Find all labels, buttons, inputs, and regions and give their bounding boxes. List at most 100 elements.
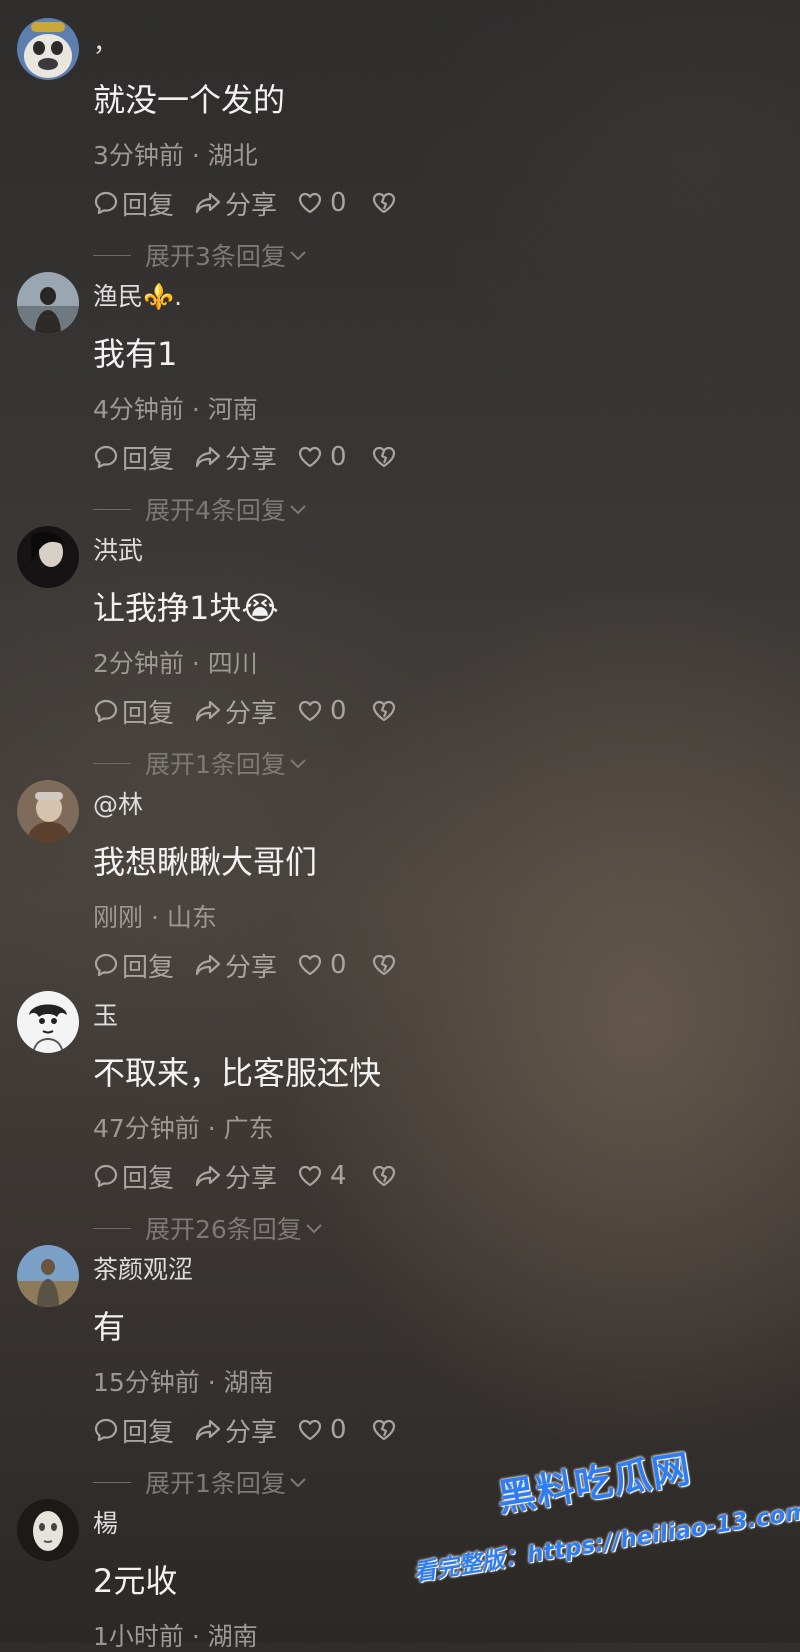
avatar[interactable] xyxy=(17,1499,79,1561)
share-button[interactable]: 分享 xyxy=(194,439,277,476)
share-button[interactable]: 分享 xyxy=(194,947,277,984)
like-button[interactable]: 0 xyxy=(297,696,347,726)
expand-replies[interactable]: 展开1条回复 xyxy=(93,1467,308,1498)
heart-icon xyxy=(298,954,322,976)
comment-bubble-icon xyxy=(94,953,118,977)
avatar[interactable] xyxy=(17,1245,79,1307)
share-button[interactable]: 分享 xyxy=(194,185,277,222)
share-button[interactable]: 分享 xyxy=(194,1158,277,1195)
like-button[interactable]: 0 xyxy=(297,188,347,218)
comment-bubble-icon xyxy=(94,191,118,215)
broken-heart-icon xyxy=(372,1165,395,1187)
share-arrow-icon xyxy=(195,700,221,722)
comment-username[interactable]: 洪武 xyxy=(93,536,143,566)
reply-button[interactable]: 回复 xyxy=(93,185,174,222)
chevron-down-icon xyxy=(290,759,306,769)
like-button[interactable]: 0 xyxy=(297,1415,347,1445)
dislike-button[interactable] xyxy=(371,953,397,977)
dislike-button[interactable] xyxy=(371,1418,397,1442)
avatar[interactable] xyxy=(17,526,79,588)
comment-bubble-icon xyxy=(94,699,118,723)
comment-bubble-icon xyxy=(94,1164,118,1188)
reply-label: 回复 xyxy=(122,698,175,729)
reply-label: 回复 xyxy=(122,444,175,475)
comment-meta: 刚刚 · 山东 xyxy=(93,903,217,932)
like-count: 0 xyxy=(330,696,347,726)
watermark: 黑料吃瓜网 看完整版：https://heiliao-13.com xyxy=(398,1412,800,1633)
comment-username[interactable]: 茶颜观涩 xyxy=(93,1255,193,1285)
like-count: 0 xyxy=(330,442,347,472)
avatar[interactable] xyxy=(17,272,79,334)
share-label: 分享 xyxy=(225,698,278,729)
share-label: 分享 xyxy=(225,952,278,983)
comment-meta: 3分钟前 · 湖北 xyxy=(93,141,258,170)
like-count: 0 xyxy=(330,188,347,218)
avatar[interactable] xyxy=(17,780,79,842)
heart-icon xyxy=(298,192,322,214)
expand-replies[interactable]: 展开4条回复 xyxy=(93,494,308,525)
share-arrow-icon xyxy=(195,446,221,468)
reply-button[interactable]: 回复 xyxy=(93,1412,174,1449)
dislike-button[interactable] xyxy=(371,699,397,723)
share-button[interactable]: 分享 xyxy=(194,1412,277,1449)
reply-label: 回复 xyxy=(122,1417,175,1448)
share-arrow-icon xyxy=(195,1419,221,1441)
comment-username[interactable]: 玉 xyxy=(93,1001,118,1031)
share-label: 分享 xyxy=(225,444,278,475)
reply-label: 回复 xyxy=(122,190,175,221)
like-count: 0 xyxy=(330,950,347,980)
reply-button[interactable]: 回复 xyxy=(93,1158,174,1195)
like-button[interactable]: 0 xyxy=(297,950,347,980)
expand-replies[interactable]: 展开1条回复 xyxy=(93,748,308,779)
comment-username[interactable]: 渔民⚜️. xyxy=(93,282,182,312)
broken-heart-icon xyxy=(372,954,395,976)
heart-icon xyxy=(298,1165,322,1187)
comment-actions: 回复 分享 0 xyxy=(93,185,397,222)
dislike-button[interactable] xyxy=(371,1164,397,1188)
comment-text: 我有1 xyxy=(93,335,178,373)
expand-divider xyxy=(93,254,131,256)
broken-heart-icon xyxy=(372,700,395,722)
expand-divider xyxy=(93,1481,131,1483)
expand-divider xyxy=(93,508,131,510)
expand-replies[interactable]: 展开3条回复 xyxy=(93,240,308,271)
comment-username[interactable]: 楊 xyxy=(93,1509,118,1539)
comment-actions: 回复 分享 0 xyxy=(93,439,397,476)
reply-button[interactable]: 回复 xyxy=(93,947,174,984)
share-arrow-icon xyxy=(195,954,221,976)
comment-actions: 回复 分享 0 xyxy=(93,947,397,984)
like-count: 4 xyxy=(330,1161,347,1191)
comment-meta: 4分钟前 · 河南 xyxy=(93,395,258,424)
comment-meta: 15分钟前 · 湖南 xyxy=(93,1368,274,1397)
expand-label: 展开1条回复 xyxy=(145,750,286,779)
comment-bubble-icon xyxy=(94,1418,118,1442)
avatar[interactable] xyxy=(17,18,79,80)
comment-username[interactable]: @林 xyxy=(93,790,143,820)
avatar[interactable] xyxy=(17,991,79,1053)
share-button[interactable]: 分享 xyxy=(194,693,277,730)
comment-text: 2元收 xyxy=(93,1562,178,1600)
chevron-down-icon xyxy=(290,251,306,261)
share-arrow-icon xyxy=(195,1165,221,1187)
like-button[interactable]: 4 xyxy=(297,1161,347,1191)
share-arrow-icon xyxy=(195,192,221,214)
broken-heart-icon xyxy=(372,192,395,214)
like-button[interactable]: 0 xyxy=(297,442,347,472)
expand-divider xyxy=(93,762,131,764)
comment-username[interactable]: ， xyxy=(93,28,118,58)
dislike-button[interactable] xyxy=(371,191,397,215)
heart-icon xyxy=(298,1419,322,1441)
expand-replies[interactable]: 展开26条回复 xyxy=(93,1213,324,1244)
dislike-button[interactable] xyxy=(371,445,397,469)
broken-heart-icon xyxy=(372,446,395,468)
comment-meta: 47分钟前 · 广东 xyxy=(93,1114,274,1143)
comment-bubble-icon xyxy=(94,445,118,469)
comment-text: 我想瞅瞅大哥们 xyxy=(93,843,318,881)
heart-icon xyxy=(298,700,322,722)
reply-button[interactable]: 回复 xyxy=(93,693,174,730)
like-count: 0 xyxy=(330,1415,347,1445)
chevron-down-icon xyxy=(290,505,306,515)
reply-label: 回复 xyxy=(122,1163,175,1194)
watermark-title: 黑料吃瓜网 xyxy=(494,1446,694,1521)
reply-button[interactable]: 回复 xyxy=(93,439,174,476)
